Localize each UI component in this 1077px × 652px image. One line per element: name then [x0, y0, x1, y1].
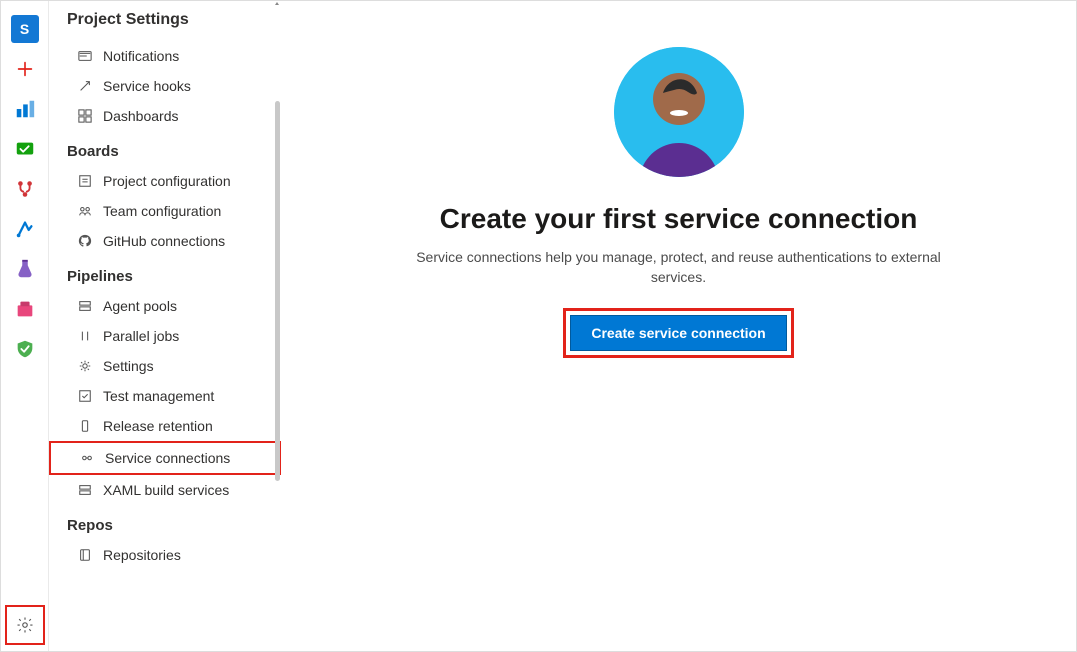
overview-icon — [14, 98, 36, 120]
nav-label: Release retention — [103, 418, 213, 434]
retention-icon — [77, 418, 93, 434]
project-initial-tile: S — [11, 15, 39, 43]
scroll-up-arrow-icon — [274, 1, 280, 7]
team-icon — [77, 203, 93, 219]
nav-label: Project configuration — [103, 173, 231, 189]
pipelines-icon — [14, 218, 36, 240]
scrollbar-thumb[interactable] — [275, 101, 280, 481]
nav-label: Parallel jobs — [103, 328, 179, 344]
artifacts-icon — [14, 298, 36, 320]
project-tile[interactable]: S — [9, 13, 41, 45]
nav-label: Notifications — [103, 48, 179, 64]
nav-label: Service connections — [105, 450, 230, 466]
github-icon — [77, 233, 93, 249]
sidebar-scrollbar[interactable] — [273, 1, 281, 651]
nav-release-retention[interactable]: Release retention — [49, 411, 281, 441]
nav-boards[interactable] — [9, 133, 41, 165]
nav-test-plans[interactable] — [9, 253, 41, 285]
config-icon — [77, 173, 93, 189]
nav-repositories[interactable]: Repositories — [49, 540, 281, 570]
nav-notifications[interactable]: Notifications — [49, 41, 281, 71]
service-hooks-icon — [77, 78, 93, 94]
repositories-icon — [77, 547, 93, 563]
nav-project-configuration[interactable]: Project configuration — [49, 166, 281, 196]
nav-label: Team configuration — [103, 203, 221, 219]
nav-label: XAML build services — [103, 482, 229, 498]
notifications-icon — [77, 48, 93, 64]
section-pipelines-title: Pipelines — [49, 256, 281, 291]
settings-sidebar: Project Settings Notifications Service h… — [49, 1, 281, 651]
new-item-button[interactable] — [9, 53, 41, 85]
repos-icon — [14, 178, 36, 200]
main-content: Create your first service connection Ser… — [281, 1, 1076, 651]
nav-team-configuration[interactable]: Team configuration — [49, 196, 281, 226]
nav-label: Agent pools — [103, 298, 177, 314]
empty-state-heading: Create your first service connection — [440, 203, 918, 235]
nav-label: Dashboards — [103, 108, 179, 124]
dashboards-icon — [77, 108, 93, 124]
section-repos-title: Repos — [49, 505, 281, 540]
empty-state-avatar — [614, 47, 744, 177]
section-boards-title: Boards — [49, 131, 281, 166]
nav-agent-pools[interactable]: Agent pools — [49, 291, 281, 321]
parallel-jobs-icon — [77, 328, 93, 344]
boards-icon — [14, 138, 36, 160]
test-management-icon — [77, 388, 93, 404]
nav-label: Settings — [103, 358, 154, 374]
nav-extensions[interactable] — [9, 333, 41, 365]
nav-xaml-build-services[interactable]: XAML build services — [49, 475, 281, 505]
nav-service-hooks[interactable]: Service hooks — [49, 71, 281, 101]
nav-test-management[interactable]: Test management — [49, 381, 281, 411]
service-connections-icon — [79, 450, 95, 466]
nav-pipelines[interactable] — [9, 213, 41, 245]
nav-label: GitHub connections — [103, 233, 225, 249]
sidebar-title: Project Settings — [49, 11, 281, 29]
shield-icon — [14, 338, 36, 360]
nav-label: Test management — [103, 388, 214, 404]
global-nav-rail: S — [1, 1, 49, 651]
nav-github-connections[interactable]: GitHub connections — [49, 226, 281, 256]
project-settings-button[interactable] — [5, 605, 45, 645]
agent-pools-icon — [77, 298, 93, 314]
nav-repos[interactable] — [9, 173, 41, 205]
nav-pipeline-settings[interactable]: Settings — [49, 351, 281, 381]
nav-artifacts[interactable] — [9, 293, 41, 325]
nav-parallel-jobs[interactable]: Parallel jobs — [49, 321, 281, 351]
avatar-icon — [614, 47, 744, 177]
xaml-icon — [77, 482, 93, 498]
plus-icon — [14, 58, 36, 80]
nav-label: Repositories — [103, 547, 181, 563]
test-plans-icon — [14, 258, 36, 280]
cta-highlight: Create service connection — [563, 308, 793, 358]
nav-overview[interactable] — [9, 93, 41, 125]
nav-service-connections[interactable]: Service connections — [49, 441, 281, 475]
empty-state-description: Service connections help you manage, pro… — [409, 247, 949, 288]
gear-icon — [16, 616, 34, 634]
nav-label: Service hooks — [103, 78, 191, 94]
create-service-connection-button[interactable]: Create service connection — [570, 315, 786, 351]
gear-icon — [77, 358, 93, 374]
nav-dashboards[interactable]: Dashboards — [49, 101, 281, 131]
